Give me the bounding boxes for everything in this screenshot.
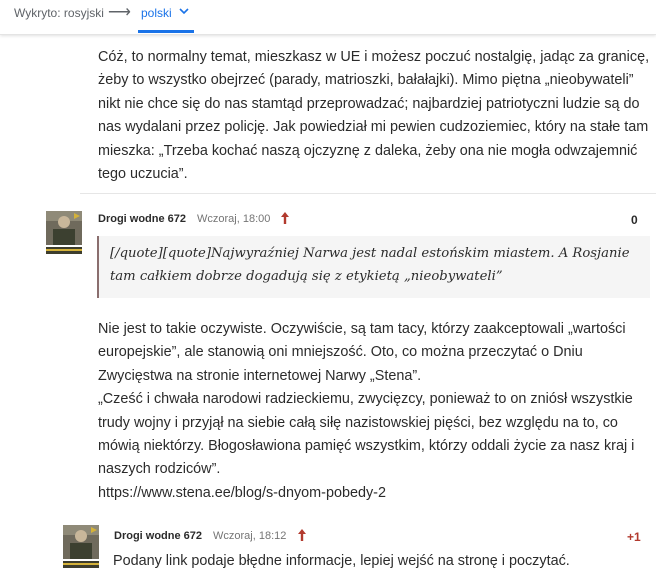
text-line: Podany link podaje błędne informacje, le… — [113, 553, 570, 569]
chevron-down-icon[interactable] — [178, 5, 190, 17]
comment-divider — [80, 193, 656, 194]
quote-line: tam całkiem dobrze dogadują się z etykie… — [110, 269, 503, 284]
comment-date: Wczoraj, 18:12 — [213, 530, 287, 542]
avatar[interactable] — [63, 525, 99, 569]
link-text[interactable]: https://www.stena.ee/blog/s-dnyom-pobedy… — [98, 485, 386, 501]
text-line: mówią niektórzy. Błogosławiona pamięć ws… — [98, 438, 635, 455]
comment-author[interactable]: Drogi wodne 672 — [98, 213, 186, 225]
text-line: tego uczucia”. — [98, 166, 188, 183]
text-line: europejskie”, ale stanowią oni mniejszoś… — [98, 344, 583, 361]
comment-author[interactable]: Drogi wodne 672 — [114, 530, 202, 542]
comment-body: Podany link podaje błędne informacje, le… — [113, 550, 643, 573]
right-arrow-icon: ⟶ — [108, 4, 131, 21]
comment-score: +1 — [627, 530, 641, 544]
intro-paragraph: Cóż, to normalny temat, mieszkasz w UE i… — [98, 46, 654, 186]
translate-bar: Wykryto: rosyjski ⟶ polski — [0, 0, 656, 35]
text-line: nikt nie chce się do nas stamtąd przepro… — [98, 95, 640, 112]
text-line: naszych rodziców”. — [98, 461, 221, 478]
target-language-underline — [138, 30, 194, 33]
avatar[interactable] — [46, 211, 82, 255]
comment-date: Wczoraj, 18:00 — [197, 213, 271, 225]
quote-line: [/quote][quote]Najwyraźniej Narwa jest n… — [110, 246, 630, 261]
comment-score: 0 — [631, 213, 638, 227]
upvote-arrow-icon[interactable] — [280, 211, 290, 225]
target-language-select[interactable]: polski — [141, 6, 172, 20]
text-line: żeby to wszystko obejrzeć (parady, matri… — [98, 72, 634, 89]
text-line: „Cześć i chwała narodowi radzieckiemu, z… — [98, 391, 633, 408]
text-line: Cóż, to normalny temat, mieszkasz w UE i… — [98, 49, 650, 65]
comment-body: Nie jest to takie oczywiste. Oczywiście,… — [98, 318, 654, 505]
text-line: Zwycięstwa na stronie internetowej Narwy… — [98, 367, 422, 384]
text-line: mieszka: „Trzeba kochać naszą ojczyznę z… — [98, 142, 638, 159]
text-line: nas wydalani przez policję. Jak powiedzi… — [98, 119, 649, 136]
text-line: Nie jest to takie oczywiste. Oczywiście,… — [98, 321, 626, 337]
detected-language-label: Wykryto: rosyjski — [14, 6, 104, 20]
upvote-arrow-icon[interactable] — [297, 528, 307, 542]
text-line: trudy wojny i przyjął na siebie całą sił… — [98, 414, 618, 431]
quote-text: [/quote][quote]Najwyraźniej Narwa jest n… — [110, 242, 640, 288]
